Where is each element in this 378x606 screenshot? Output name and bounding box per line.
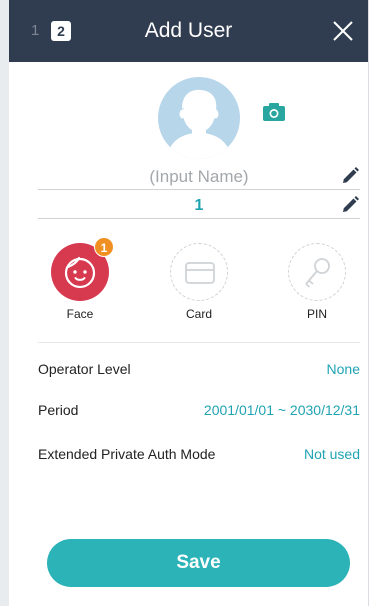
save-button[interactable]: Save <box>47 539 350 587</box>
card-icon <box>185 262 215 284</box>
period-row[interactable]: Period 2001/01/01 ~ 2030/12/31 <box>38 399 360 423</box>
edit-id-pencil-icon[interactable] <box>340 195 360 215</box>
name-field[interactable]: (Input Name) <box>38 162 360 190</box>
name-input[interactable]: (Input Name) <box>38 167 360 187</box>
avatar[interactable] <box>158 77 240 159</box>
period-label: Period <box>38 402 79 418</box>
page-title: Add User <box>144 19 233 42</box>
extended-private-auth-mode-row[interactable]: Extended Private Auth Mode Not used <box>38 443 360 467</box>
extended-private-auth-mode-value[interactable]: Not used <box>304 446 360 462</box>
operator-level-label: Operator Level <box>38 361 131 377</box>
auth-method-face[interactable]: 1 Face <box>40 237 120 327</box>
close-icon[interactable] <box>330 18 356 44</box>
face-count-badge: 1 <box>94 237 114 257</box>
background-edge-left <box>0 0 9 606</box>
pin-auth-button[interactable] <box>288 243 346 301</box>
user-id-field[interactable]: 1 <box>38 191 360 219</box>
period-value[interactable]: 2001/01/01 ~ 2030/12/31 <box>204 402 360 418</box>
operator-level-row[interactable]: Operator Level None <box>38 358 360 382</box>
add-user-screen: 1 2 Add User (Input Name) 1 1 Face Card … <box>0 0 378 606</box>
auth-method-pin[interactable]: PIN <box>277 237 357 327</box>
pin-label: PIN <box>306 307 327 321</box>
background-edge-right <box>368 0 378 606</box>
user-silhouette-icon <box>166 89 232 159</box>
operator-level-value[interactable]: None <box>327 361 360 377</box>
face-label: Face <box>66 307 94 321</box>
auth-method-card[interactable]: Card <box>159 237 239 327</box>
card-auth-button[interactable] <box>170 243 228 301</box>
extended-private-auth-mode-label: Extended Private Auth Mode <box>38 446 216 462</box>
header-bar: 1 2 Add User <box>9 0 368 62</box>
card-label: Card <box>185 307 212 321</box>
key-icon <box>305 258 330 288</box>
section-divider <box>38 342 360 343</box>
camera-icon[interactable] <box>262 102 286 122</box>
user-form: (Input Name) 1 1 Face Card PIN Operator … <box>9 62 368 606</box>
user-id-value[interactable]: 1 <box>38 197 360 215</box>
edit-name-pencil-icon[interactable] <box>340 166 360 186</box>
